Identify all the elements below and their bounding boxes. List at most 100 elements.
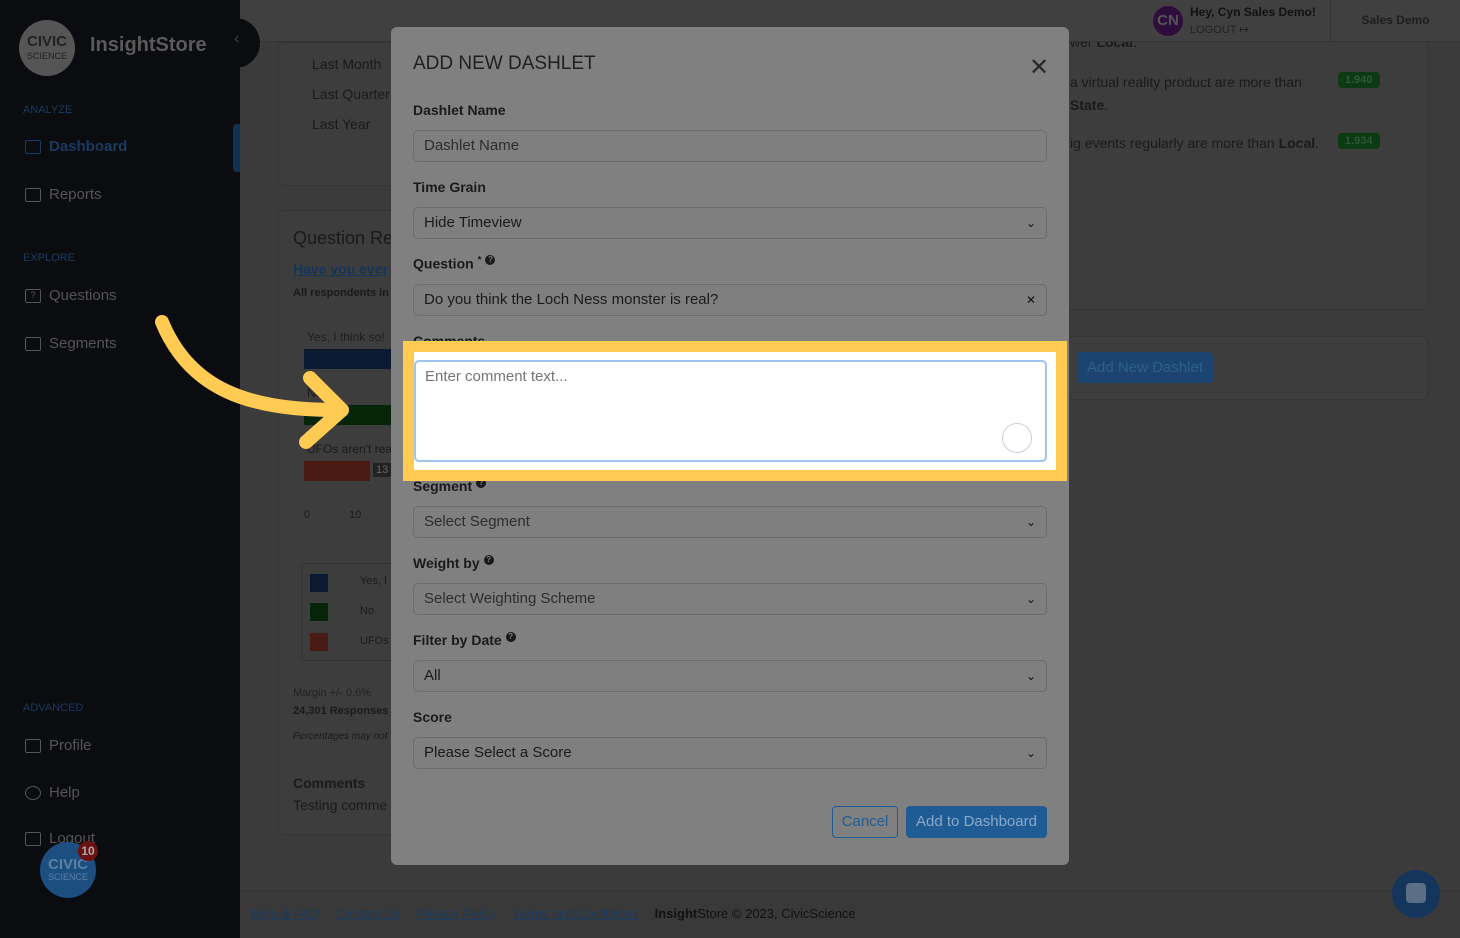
logout-icon [25,831,41,846]
logout-icon: ↦ [1239,24,1249,36]
brand-name: InsightStore [90,34,207,56]
margin-text: Margin +/- 0.6% [293,687,371,699]
sidebar-item-label: Dashboard [49,138,128,155]
legend-swatch [310,633,328,651]
account-name[interactable]: Sales Demo [1330,0,1460,42]
weight-label: Weight by? [413,555,494,571]
lifebuoy-icon [25,785,41,800]
responses-count: 24,301 Responses [293,705,389,717]
comments-textarea[interactable] [414,360,1047,462]
selected-value: Select Weighting Scheme [424,590,596,607]
selected-value: Select Segment [424,513,530,530]
filter-date-select[interactable]: All ⌄ [413,660,1047,692]
selected-value: All [424,667,441,684]
profile-icon [25,738,41,753]
placeholder: Dashlet Name [424,137,520,154]
help-icon[interactable]: ? [505,632,516,642]
clear-icon[interactable]: ✕ [1026,285,1036,315]
sidebar-item-segments[interactable]: Segments [25,335,117,352]
civic-science-logo[interactable]: CIVIC SCIENCE [19,20,75,76]
segments-icon [25,336,41,351]
bar-value-label: 13 [373,463,392,477]
selected-value: Do you think the Loch Ness monster is re… [424,291,719,308]
dashlet-name-input[interactable]: Dashlet Name [413,130,1047,162]
add-new-dashlet-button[interactable]: Add New Dashlet [1077,352,1213,383]
time-option[interactable]: Last Month [312,56,381,72]
report-icon [25,187,41,202]
chat-launcher-button[interactable] [1392,870,1440,918]
copyright: InsightStore © 2023, CivicScience [654,906,856,921]
logo-text: CIVIC [26,33,67,50]
add-to-dashboard-button[interactable]: Add to Dashboard [906,806,1047,838]
weight-select[interactable]: Select Weighting Scheme ⌄ [413,583,1047,615]
section-explore: EXPLORE [23,252,75,264]
logo-subtext: SCIENCE [26,51,67,61]
comments-title: Comments [293,775,366,791]
question-select[interactable]: Do you think the Loch Ness monster is re… [413,284,1047,316]
legend-swatch [310,603,328,621]
axis-tick: 0 [304,509,311,521]
sidebar-item-help[interactable]: Help [25,784,80,801]
time-option[interactable]: Last Quarter [312,86,390,102]
axis-tick: 10 [349,509,362,521]
help-icon[interactable]: ? [485,255,496,265]
sidebar-item-reports[interactable]: Reports [25,186,102,203]
sidebar-item-label: Reports [49,186,102,203]
legend-swatch [310,574,328,592]
insight-text: ig events regularly are more than Local. [1070,135,1320,151]
segment-select[interactable]: Select Segment ⌄ [413,506,1047,538]
help-icon[interactable]: ? [483,555,494,565]
score-label: Score [413,709,452,725]
footer-links: Help & FAQ Contact Us Privacy Policy Ter… [251,906,856,921]
chevron-down-icon: ⌄ [1025,515,1036,529]
footer-link-help[interactable]: Help & FAQ [251,906,320,921]
filter-date-label: Filter by Date? [413,632,516,648]
footer-link-privacy[interactable]: Privacy Policy [416,906,497,921]
time-option[interactable]: Last Year [312,116,370,132]
sidebar-item-questions[interactable]: ? Questions [25,287,117,304]
comments-text: Testing comme [293,797,388,813]
tutorial-arrow-icon [155,315,349,449]
sidebar-item-label: Segments [49,335,117,352]
score-badge: 1.940 [1338,72,1380,88]
modal-title: ADD NEW DASHLET [413,53,596,74]
score-badge: 1.934 [1338,133,1380,149]
chat-icon [1406,883,1426,903]
insights-card [1060,20,1428,310]
respondents-label: All respondents in [293,287,389,299]
bar-ufos [304,461,370,481]
notification-badge: 10 [78,841,98,861]
legend-label: UFOs [360,635,389,647]
percentages-note: Percentages may not [293,731,388,742]
chevron-down-icon: ⌄ [1025,669,1036,683]
question-link[interactable]: Have you ever [293,261,388,277]
avatar[interactable]: CN [1153,6,1183,36]
chevron-left-icon: ‹ [234,30,240,47]
footer-link-contact[interactable]: Contact Us [336,906,400,921]
insight-text: a virtual reality product are more than … [1070,74,1302,113]
sidebar-item-dashboard[interactable]: Dashboard [25,138,127,155]
selected-value: Hide Timeview [424,214,522,231]
section-analyze: ANALYZE [23,104,73,116]
greeting: Hey, Cyn Sales Demo! [1190,5,1316,19]
sidebar-item-label: Help [49,784,80,801]
sidebar-item-profile[interactable]: Profile [25,737,92,754]
card-title: Question Re [293,228,394,248]
dashlet-name-label: Dashlet Name [413,102,506,118]
chevron-down-icon: ⌄ [1025,746,1036,760]
chevron-down-icon: ⌄ [1025,216,1036,230]
score-select[interactable]: Please Select a Score ⌄ [413,737,1047,769]
dashboard-icon [25,139,41,154]
time-grain-label: Time Grain [413,179,486,195]
question-icon: ? [25,288,41,303]
legend-label: Yes, I [360,575,388,587]
sidebar-item-label: Profile [49,737,92,754]
logout-link[interactable]: LOGOUT ↦ [1190,23,1249,36]
time-grain-select[interactable]: Hide Timeview ⌄ [413,207,1047,239]
comments-label: Comments [413,333,486,341]
footer-link-terms[interactable]: Terms and Conditions [513,906,639,921]
question-label: Question *? [413,255,496,272]
logout-label: LOGOUT [1190,24,1237,36]
close-icon[interactable]: ✕ [1029,53,1049,82]
cancel-button[interactable]: Cancel [832,806,898,838]
